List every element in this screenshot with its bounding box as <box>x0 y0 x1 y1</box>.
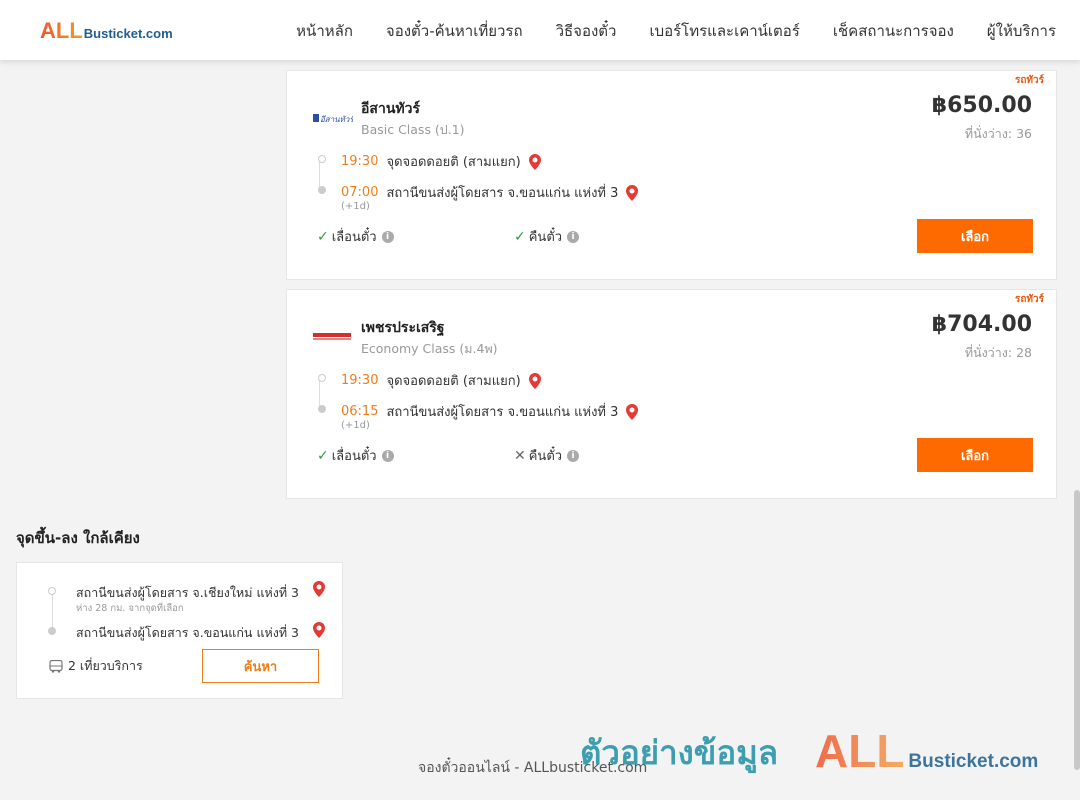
feature-label: เลื่อนตั๋ว <box>331 230 377 245</box>
from-station: สถานีขนส่งผู้โดยสาร จ.เชียงใหม่ แห่งที่ … <box>76 585 300 600</box>
map-pin-icon[interactable] <box>626 184 639 201</box>
arrival-row: 06:15 สถานีขนส่งผู้โดยสาร จ.ขอนแก่น แห่ง… <box>341 401 639 422</box>
map-pin-icon[interactable] <box>626 403 639 420</box>
nav-home[interactable]: หน้าหลัก <box>296 19 353 43</box>
select-trip-button[interactable]: เลือก <box>917 438 1033 472</box>
watermark-text: ตัวอย่างข้อมูล <box>580 733 779 772</box>
check-icon: ✓ <box>317 447 329 464</box>
operator-name: อีสานทัวร์ <box>361 101 420 117</box>
nav-check-booking[interactable]: เช็คสถานะการจอง <box>833 19 954 43</box>
departure-place: จุดจอดดอยติ (สามแยก) <box>386 155 521 170</box>
logo-rest-text: Busticket.com <box>83 26 173 41</box>
trips-count: 2 เที่ยวบริการ <box>49 656 143 676</box>
search-button[interactable]: ค้นหา <box>202 649 319 683</box>
departure-dot <box>318 155 326 163</box>
check-icon: ✓ <box>317 228 329 245</box>
select-trip-button[interactable]: เลือก <box>917 219 1033 253</box>
trips-count-label: 2 เที่ยวบริการ <box>68 658 143 673</box>
nav-phone-counters[interactable]: เบอร์โทรและเคาน์เตอร์ <box>649 19 799 43</box>
nav-how-to-book[interactable]: วิธีจองตั๋ว <box>556 19 617 43</box>
departure-row: 19:30 จุดจอดดอยติ (สามแยก) <box>341 151 541 172</box>
trip-card: รถทัวร์ เพชรประเสริฐ Economy Class (ม.4พ… <box>286 289 1057 499</box>
map-pin-icon[interactable] <box>313 622 325 638</box>
route-line <box>52 593 53 631</box>
check-icon: ✓ <box>514 228 526 245</box>
departure-time: 19:30 <box>341 373 379 388</box>
page-scrollbar[interactable] <box>1074 490 1080 770</box>
feature-reschedule: ✓ เลื่อนตั๋ว i <box>317 226 394 247</box>
arrival-dot <box>318 186 326 194</box>
seats-available: ที่นั่งว่าง: 36 <box>964 126 1032 141</box>
trip-price: ฿704.00 <box>931 312 1032 337</box>
feature-label: เลื่อนตั๋ว <box>331 449 377 464</box>
trip-card: รถทัวร์ อีสานทัวร์ อีสานทัวร์ Basic Clas… <box>286 70 1057 280</box>
info-icon[interactable]: i <box>567 230 580 243</box>
arrival-place: สถานีขนส่งผู้โดยสาร จ.ขอนแก่น แห่งที่ 3 <box>386 186 619 201</box>
logo-all-text: ALL <box>40 18 83 43</box>
info-icon[interactable]: i <box>381 230 394 243</box>
arrival-row: 07:00 สถานีขนส่งผู้โดยสาร จ.ขอนแก่น แห่ง… <box>341 182 639 203</box>
main-nav: หน้าหลัก จองตั๋ว-ค้นหาเที่ยวรถ วิธีจองตั… <box>263 19 1056 43</box>
info-icon[interactable]: i <box>567 449 580 462</box>
bus-class: Economy Class (ม.4พ) <box>361 341 498 356</box>
watermark-logo-all: ALL <box>815 725 905 777</box>
operator-logo <box>313 333 351 340</box>
next-day-indicator: (+1d) <box>341 201 370 212</box>
departure-place: จุดจอดดอยติ (สามแยก) <box>386 374 521 389</box>
bus-type-tag: รถทัวร์ <box>1014 294 1044 305</box>
watermark-logo-rest: Busticket.com <box>908 751 1039 772</box>
to-dot <box>48 627 56 635</box>
arrival-time: 06:15 <box>341 404 379 419</box>
info-icon[interactable]: i <box>381 449 394 462</box>
feature-reschedule: ✓ เลื่อนตั๋ว i <box>317 445 394 466</box>
arrival-dot <box>318 405 326 413</box>
nav-operators[interactable]: ผู้ให้บริการ <box>987 19 1056 43</box>
arrival-place: สถานีขนส่งผู้โดยสาร จ.ขอนแก่น แห่งที่ 3 <box>386 405 619 420</box>
from-dot <box>48 587 56 595</box>
feature-refund: ✓ คืนตั๋ว i <box>514 226 580 247</box>
from-distance: ห่าง 28 กม. จากจุดที่เลือก <box>76 603 184 614</box>
departure-time: 19:30 <box>341 154 379 169</box>
to-station: สถานีขนส่งผู้โดยสาร จ.ขอนแก่น แห่งที่ 3 <box>76 625 300 640</box>
site-logo[interactable]: ALL Busticket.com <box>40 18 173 44</box>
nav-booking-search[interactable]: จองตั๋ว-ค้นหาเที่ยวรถ <box>386 19 523 43</box>
trip-price: ฿650.00 <box>931 93 1032 118</box>
bus-class: Basic Class (ป.1) <box>361 122 465 137</box>
cross-icon: ✕ <box>514 447 526 464</box>
map-pin-icon[interactable] <box>528 153 541 170</box>
operator-logo: อีสานทัวร์ <box>313 114 353 124</box>
departure-dot <box>318 374 326 382</box>
next-day-indicator: (+1d) <box>341 420 370 431</box>
departure-row: 19:30 จุดจอดดอยติ (สามแยก) <box>341 370 541 391</box>
bus-type-tag: รถทัวร์ <box>1014 75 1044 86</box>
arrival-time: 07:00 <box>341 185 379 200</box>
map-pin-icon[interactable] <box>528 372 541 389</box>
map-pin-icon[interactable] <box>313 581 325 597</box>
bus-icon <box>49 659 63 673</box>
top-header: ALL Busticket.com หน้าหลัก จองตั๋ว-ค้นหา… <box>0 0 1080 60</box>
nearby-route-card: สถานีขนส่งผู้โดยสาร จ.เชียงใหม่ แห่งที่ … <box>16 562 343 699</box>
feature-label: คืนตั๋ว <box>528 230 563 245</box>
nearby-stops-heading: จุดขึ้น-ลง ใกล้เคียง <box>16 529 140 547</box>
watermark-logo: ALL Busticket.com <box>815 728 1038 774</box>
seats-available: ที่นั่งว่าง: 28 <box>964 345 1032 360</box>
feature-label: คืนตั๋ว <box>528 449 563 464</box>
feature-refund: ✕ คืนตั๋ว i <box>514 445 580 466</box>
svg-text:อีสานทัวร์: อีสานทัวร์ <box>320 114 353 124</box>
operator-name: เพชรประเสริฐ <box>361 320 445 336</box>
